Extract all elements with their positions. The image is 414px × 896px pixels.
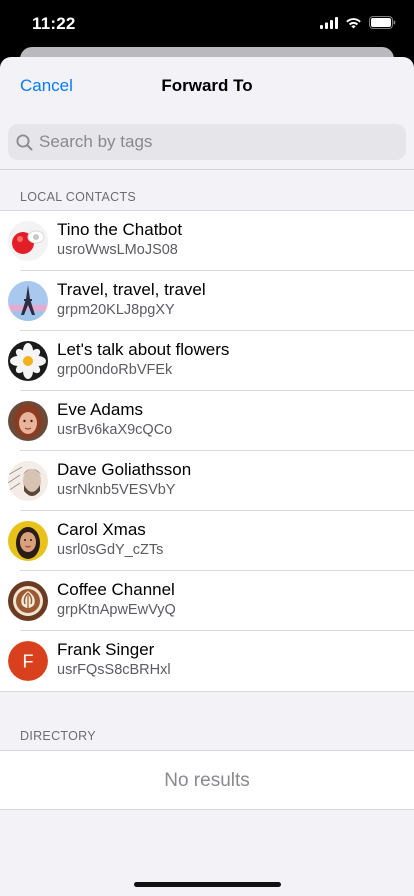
contact-row[interactable]: Dave Goliathsson usrNknb5VESVbY	[0, 451, 414, 511]
wifi-icon	[346, 17, 361, 28]
contact-id: usrBv6kaX9cQCo	[57, 422, 173, 438]
letter-avatar-icon: F	[8, 641, 48, 681]
contact-row[interactable]: Coffee Channel grpKtnApwEwVyQ	[0, 571, 414, 631]
contact-id: grpm20KLJ8pgXY	[57, 302, 175, 318]
latte-art-avatar-icon	[8, 581, 48, 621]
contact-name: Tino the Chatbot	[57, 220, 183, 239]
contact-name: Eve Adams	[57, 400, 143, 419]
contact-id: usrFQsS8cBRHxl	[57, 662, 171, 678]
local-contacts-header: LOCAL CONTACTS	[0, 170, 414, 211]
eiffel-tower-avatar-icon	[8, 281, 48, 321]
local-contacts-list: Tino the Chatbot usroWwsLMoJS08 Travel, …	[0, 211, 414, 692]
signal-icon	[320, 16, 338, 29]
cancel-button[interactable]: Cancel	[20, 76, 73, 96]
search-icon	[16, 134, 33, 150]
forward-to-sheet: Cancel Forward To LOCAL CONTACTS	[0, 57, 414, 896]
contact-id: usrNknb5VESVbY	[57, 482, 176, 498]
contact-row[interactable]: Eve Adams usrBv6kaX9cQCo	[0, 391, 414, 451]
contact-id: usrl0sGdY_cZTs	[57, 542, 164, 558]
search-field[interactable]	[8, 124, 406, 160]
contact-row[interactable]: Travel, travel, travel grpm20KLJ8pgXY	[0, 271, 414, 331]
directory-header: DIRECTORY	[0, 710, 414, 751]
contact-row[interactable]: Let's talk about flowers grp00ndoRbVFEk	[0, 331, 414, 391]
contact-name: Dave Goliathsson	[57, 460, 192, 479]
person-avatar-icon	[8, 461, 48, 501]
contact-name: Coffee Channel	[57, 580, 175, 599]
chatbot-avatar-icon	[8, 221, 48, 261]
contact-name: Frank Singer	[57, 640, 155, 659]
navigation-bar: Cancel Forward To	[0, 57, 414, 114]
status-time: 11:22	[32, 14, 76, 33]
no-results-text: No results	[0, 751, 414, 810]
contact-row[interactable]: Tino the Chatbot usroWwsLMoJS08	[0, 211, 414, 271]
search-bar	[0, 114, 414, 170]
search-input[interactable]	[39, 132, 379, 152]
person-avatar-icon	[8, 521, 48, 561]
contact-id: grp00ndoRbVFEk	[57, 362, 173, 378]
contact-name: Carol Xmas	[57, 520, 146, 539]
battery-icon	[369, 16, 396, 29]
contact-name: Travel, travel, travel	[57, 280, 206, 299]
flower-avatar-icon	[8, 341, 48, 381]
contact-name: Let's talk about flowers	[57, 340, 230, 359]
contact-id: grpKtnApwEwVyQ	[57, 602, 176, 618]
contact-row[interactable]: F Frank Singer usrFQsS8cBRHxl	[0, 631, 414, 691]
contact-id: usroWwsLMoJS08	[57, 242, 178, 258]
status-icons	[320, 16, 396, 29]
home-indicator[interactable]	[134, 882, 281, 887]
contact-row[interactable]: Carol Xmas usrl0sGdY_cZTs	[0, 511, 414, 571]
avatar-initial: F	[23, 652, 34, 672]
status-bar: 11:22	[0, 0, 414, 48]
person-avatar-icon	[8, 401, 48, 441]
